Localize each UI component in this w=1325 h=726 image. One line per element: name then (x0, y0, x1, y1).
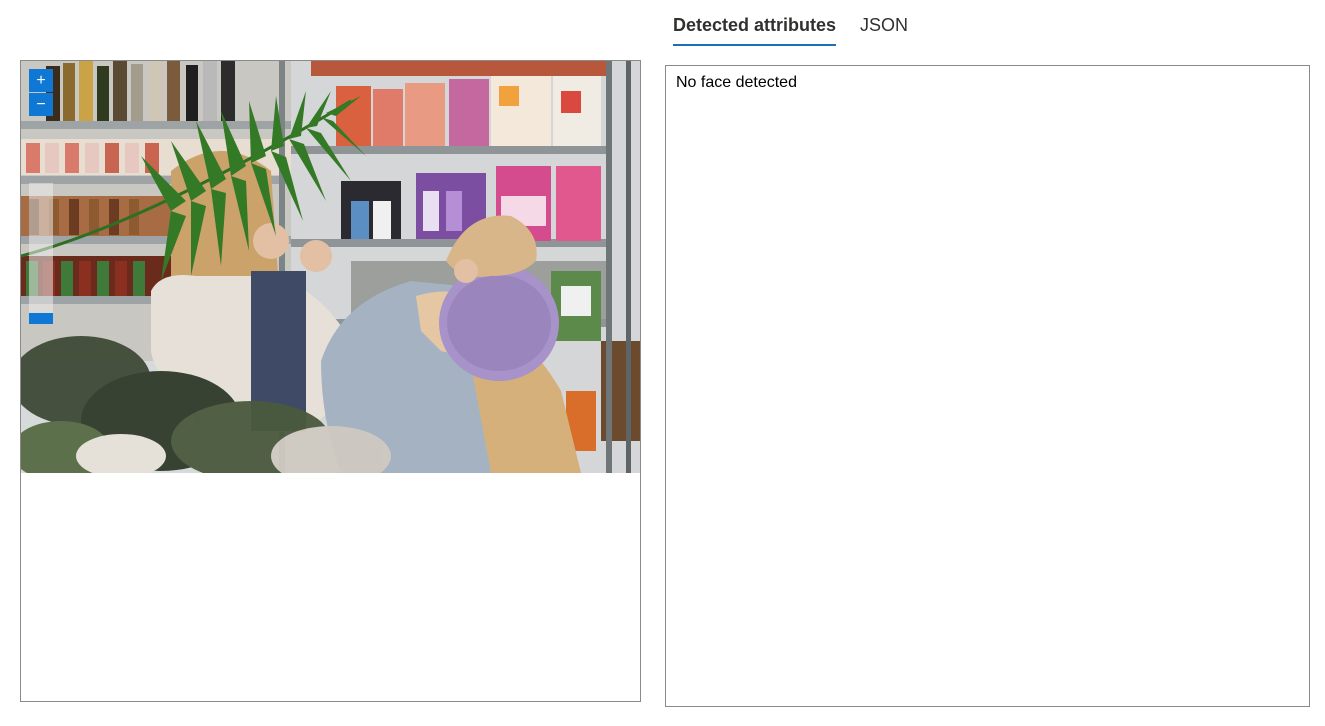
zoom-controls: + − (29, 69, 53, 116)
tab-detected-attributes[interactable]: Detected attributes (673, 0, 837, 48)
zoom-out-button[interactable]: − (29, 93, 53, 116)
image-viewer[interactable]: + − (20, 60, 641, 702)
no-face-message: No face detected (676, 74, 797, 91)
zoom-slider-thumb[interactable] (29, 313, 53, 324)
tab-json[interactable]: JSON (860, 0, 908, 48)
zoom-in-button[interactable]: + (29, 69, 53, 92)
zoom-slider-track[interactable] (29, 183, 53, 323)
results-panel: No face detected (665, 65, 1310, 707)
result-tabs: Detected attributes JSON (673, 0, 908, 48)
page: + − Detected attributes JSON No face det… (0, 0, 1325, 726)
uploaded-photo (21, 61, 640, 473)
